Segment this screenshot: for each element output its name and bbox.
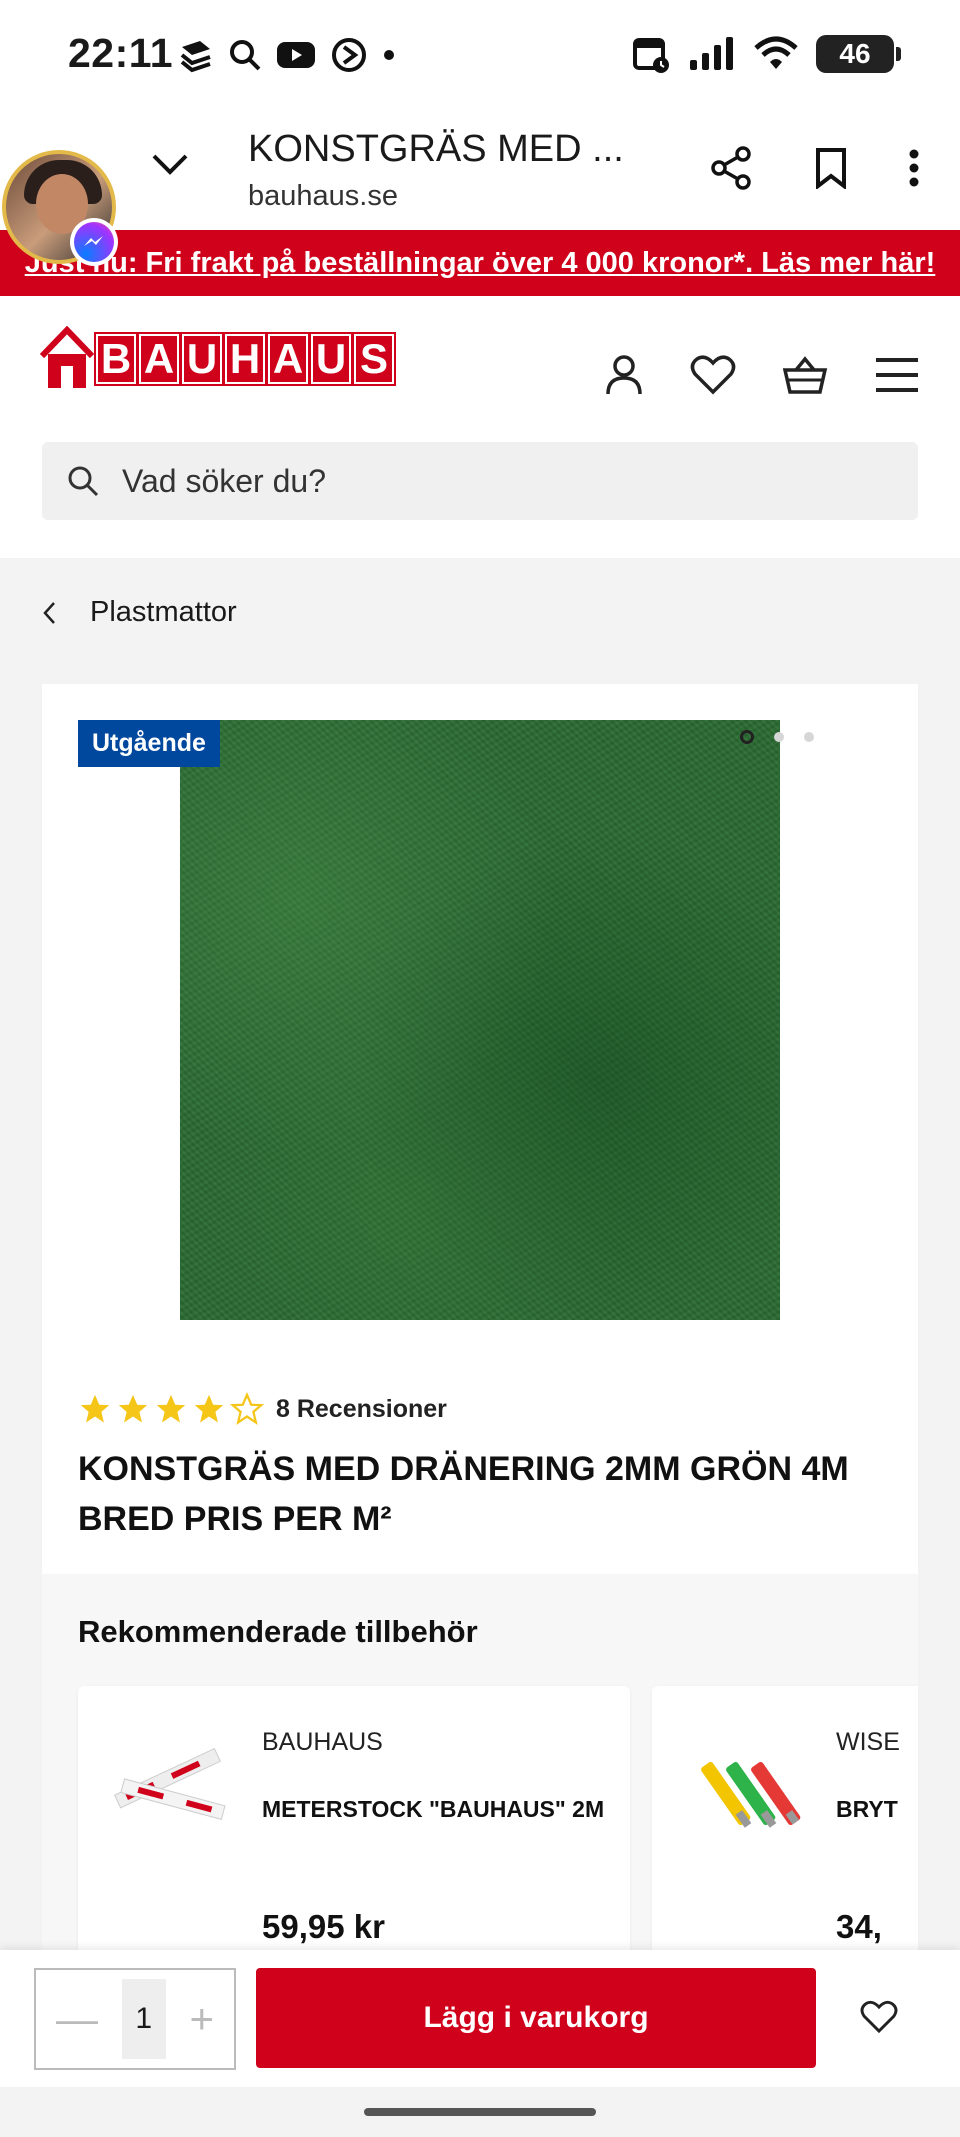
browser-actions <box>710 146 920 190</box>
quantity-input[interactable]: 1 <box>121 1979 166 2059</box>
breadcrumb[interactable]: Plastmattor <box>42 596 237 629</box>
section-title: Rekommenderade tillbehör <box>78 1614 478 1649</box>
wifi-icon <box>754 36 798 69</box>
header-actions <box>604 354 920 396</box>
quantity-decrease-button[interactable]: — <box>56 1995 98 2043</box>
purchase-bar: — 1 + Lägg i varukorg <box>0 1950 960 2087</box>
item-brand: WISE <box>836 1728 900 1756</box>
quantity-increase-button[interactable]: + <box>189 1995 214 2043</box>
logo-letter: A <box>266 332 310 386</box>
item-name[interactable]: BRYT <box>836 1796 898 1823</box>
clock-arrow-icon <box>332 38 366 72</box>
item-name[interactable]: METERSTOCK "BAUHAUS" 2M <box>262 1796 604 1823</box>
bauhaus-logo[interactable]: B A U H A U S <box>40 326 396 392</box>
logo-letter: U <box>180 332 224 386</box>
promo-banner[interactable]: Just nu: Fri frakt på beställningar över… <box>0 230 960 296</box>
breadcrumb-label[interactable]: Plastmattor <box>90 596 237 629</box>
item-price: 34, <box>836 1908 882 1945</box>
search-icon <box>68 466 99 497</box>
wishlist-heart-icon[interactable] <box>690 355 736 395</box>
menu-icon[interactable] <box>874 356 920 394</box>
star-empty-icon <box>230 1392 264 1426</box>
clock: 22:11 <box>68 30 174 76</box>
basket-icon[interactable] <box>782 355 828 395</box>
recommended-item[interactable]: BAUHAUS METERSTOCK "BAUHAUS" 2M 59,95 kr <box>78 1686 630 1954</box>
star-filled-icon <box>194 1394 224 1423</box>
gesture-handle[interactable] <box>364 2108 596 2116</box>
browser-page-title[interactable]: KONSTGRÄS MED ... <box>248 128 624 171</box>
messenger-icon <box>70 218 118 266</box>
system-nav-bar <box>0 2087 960 2137</box>
gallery-dot[interactable] <box>804 732 814 742</box>
logo-house-icon <box>40 326 94 388</box>
item-price: 59,95 kr <box>262 1908 385 1945</box>
product-image[interactable] <box>180 720 780 1320</box>
star-filled-icon <box>156 1394 186 1423</box>
logo-letter: B <box>94 332 138 386</box>
signal-icon <box>690 37 733 70</box>
gallery-dot-active[interactable] <box>740 730 754 744</box>
quantity-stepper: — 1 + <box>34 1968 236 2070</box>
logo-letter: H <box>223 332 267 386</box>
account-icon[interactable] <box>604 354 644 396</box>
logo-letter: S <box>352 332 396 386</box>
logo-letters: B A U H A U S <box>94 332 396 386</box>
browser-url[interactable]: bauhaus.se <box>248 180 398 213</box>
recommended-item[interactable]: WISE BRYT 34, <box>652 1686 918 1954</box>
item-brand: BAUHAUS <box>262 1728 383 1756</box>
logo-letter: U <box>309 332 353 386</box>
logo-letter: A <box>137 332 181 386</box>
search-icon <box>230 40 261 71</box>
status-bar: 22:11 46 <box>0 0 960 110</box>
bookmark-icon[interactable] <box>814 147 848 189</box>
site-header: B A U H A U S Vad söker du? <box>0 296 960 558</box>
gallery-pagination <box>740 730 814 744</box>
star-filled-icon <box>118 1394 148 1423</box>
chevron-down-icon[interactable] <box>150 150 190 180</box>
recommended-accessories: Rekommenderade tillbehör BAUHAUS METERST… <box>42 1574 918 1954</box>
status-icons-right: 46 <box>632 34 901 74</box>
share-icon[interactable] <box>710 146 754 190</box>
more-vert-icon[interactable] <box>908 148 920 188</box>
dot-icon <box>384 50 394 60</box>
gallery-dot[interactable] <box>774 732 784 742</box>
star-filled-icon <box>80 1394 110 1423</box>
utility-knife-image <box>701 1762 801 1828</box>
wishlist-heart-icon[interactable] <box>860 2000 898 2034</box>
product-rating[interactable]: 8 Recensioner <box>78 1392 447 1426</box>
notification-stack-icon <box>180 41 211 73</box>
calendar-icon <box>633 38 669 73</box>
status-badge: Utgående <box>78 720 220 767</box>
product-title: KONSTGRÄS MED DRÄNERING 2MM GRÖN 4M BRED… <box>78 1450 849 1538</box>
battery-icon: 46 <box>816 35 901 73</box>
youtube-icon <box>277 42 315 68</box>
search-input[interactable]: Vad söker du? <box>122 463 326 500</box>
search-bar[interactable]: Vad söker du? <box>42 442 918 520</box>
review-count[interactable]: 8 Recensioner <box>276 1395 447 1424</box>
folding-ruler-image <box>114 1747 226 1820</box>
chevron-left-icon <box>43 601 55 624</box>
browser-toolbar: KONSTGRÄS MED ... bauhaus.se <box>0 110 960 230</box>
status-icons-left <box>178 36 396 74</box>
add-to-cart-button[interactable]: Lägg i varukorg <box>256 1968 816 2068</box>
